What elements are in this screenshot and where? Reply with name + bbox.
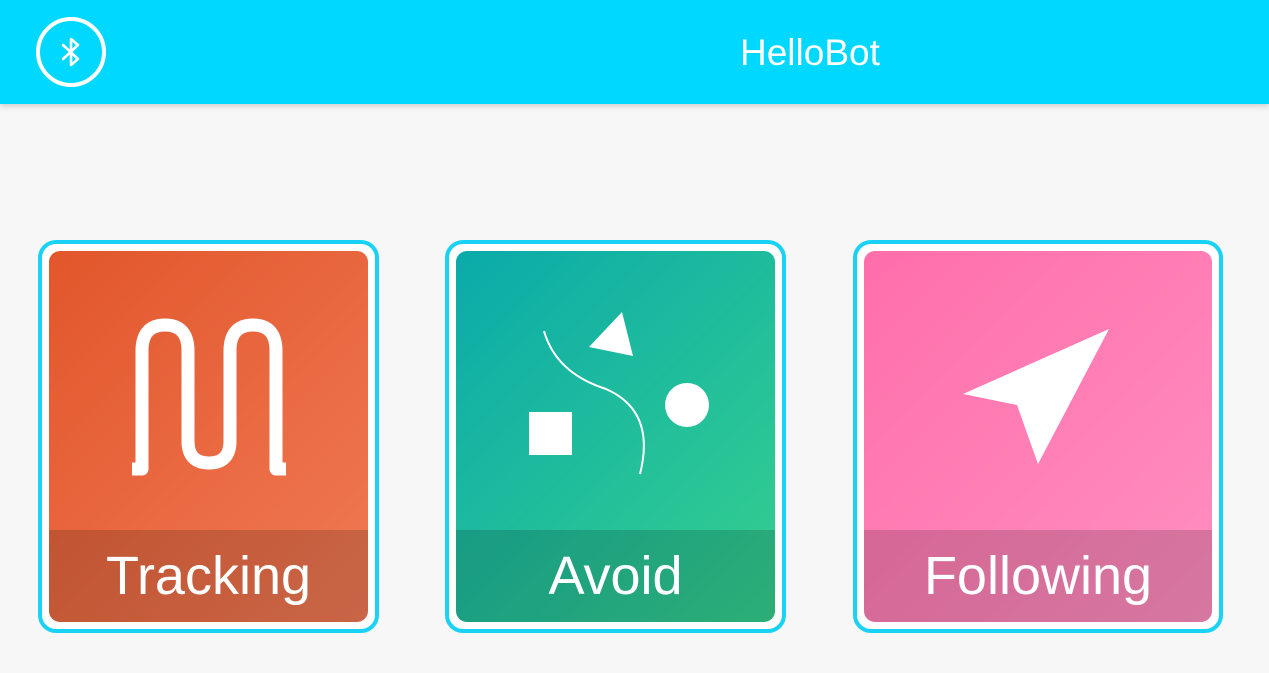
tracking-mode-card[interactable]: Tracking xyxy=(38,240,379,633)
avoid-label-bar: Avoid xyxy=(456,530,775,622)
tracking-card-body: Tracking xyxy=(49,251,368,622)
avoid-card-body: Avoid xyxy=(456,251,775,622)
following-label: Following xyxy=(923,546,1153,606)
following-label-bar: Following xyxy=(864,530,1212,622)
app-title: HelloBot xyxy=(740,32,880,73)
obstacle-avoid-icon xyxy=(456,251,775,528)
tracking-label-bar: Tracking xyxy=(49,530,368,622)
app-bar: HelloBot xyxy=(0,0,1269,104)
following-card-body: Following xyxy=(864,251,1212,622)
avoid-label: Avoid xyxy=(548,546,683,606)
bluetooth-button[interactable] xyxy=(36,17,106,87)
track-line-icon xyxy=(49,251,368,528)
bluetooth-icon xyxy=(61,37,80,67)
following-mode-card[interactable]: Following xyxy=(853,240,1223,633)
tracking-label: Tracking xyxy=(105,546,312,606)
avoid-mode-card[interactable]: Avoid xyxy=(445,240,786,633)
navigation-arrow-icon xyxy=(864,251,1212,528)
